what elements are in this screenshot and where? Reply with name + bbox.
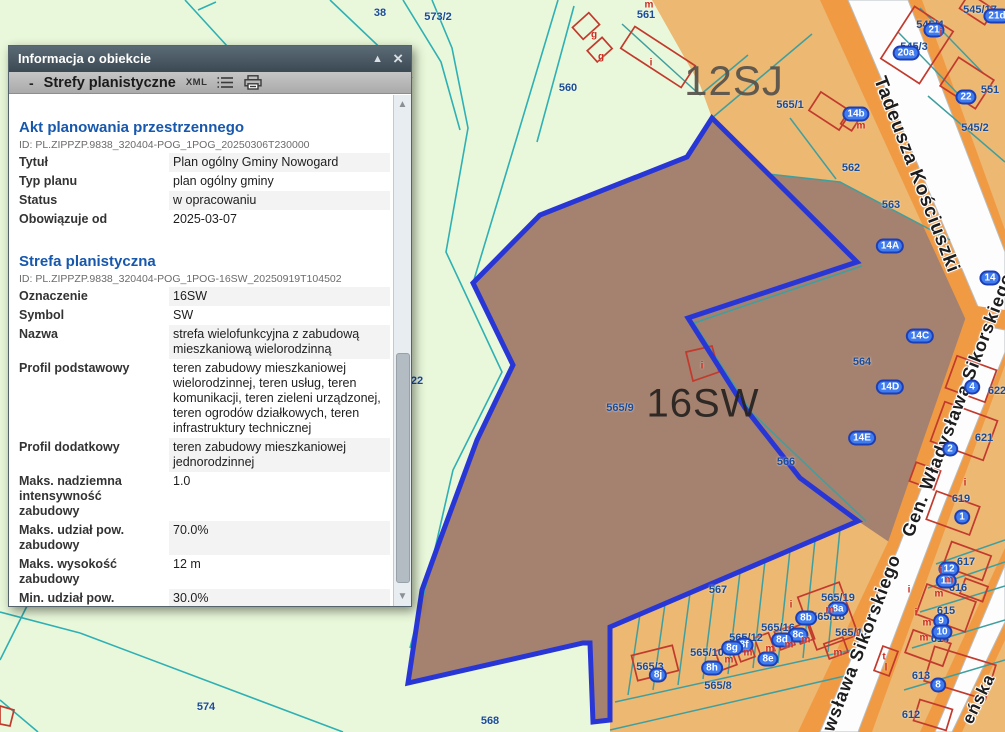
info-content: Akt planowania przestrzennego ID: PL.ZIP… <box>9 95 394 606</box>
section-strefa: Strefa planistyczna ID: PL.ZIPPZP.9838_3… <box>19 253 390 606</box>
row-label: Maks. udział pow. zabudowy <box>19 521 169 555</box>
row-value: teren zabudowy mieszkaniowej jednorodzin… <box>169 438 390 472</box>
info-row: Typ planuplan ogólny gminy <box>19 172 390 191</box>
info-row: Maks. nadziemna intensywność zabudowy1.0 <box>19 472 390 521</box>
row-label: Maks. wysokość zabudowy <box>19 555 169 589</box>
layer-toolbar: - Strefy planistyczne XML <box>9 72 411 94</box>
collapse-window-icon[interactable]: ▲ <box>372 46 383 72</box>
attribute-rows: Oznaczenie16SWSymbolSWNazwastrefa wielof… <box>19 287 390 606</box>
row-label: Min. udział pow. biologicznie czynnej <box>19 589 169 606</box>
section-id: ID: PL.ZIPPZP.9838_320404-POG_1POG-16SW_… <box>19 273 390 285</box>
panel-scrollbar[interactable]: ▲ ▼ <box>393 95 411 606</box>
scroll-up-icon[interactable]: ▲ <box>394 99 411 110</box>
row-value: SW <box>169 306 390 325</box>
section-collapse-toggle[interactable]: - <box>29 75 34 91</box>
list-icon[interactable] <box>217 76 234 89</box>
row-label: Profil dodatkowy <box>19 438 169 472</box>
row-value: w opracowaniu <box>169 191 390 210</box>
info-row: Nazwastrefa wielofunkcyjna z zabudową mi… <box>19 325 390 359</box>
section-id: ID: PL.ZIPPZP.9838_320404-POG_1POG_20250… <box>19 139 390 151</box>
row-value: 70.0% <box>169 521 390 555</box>
row-label: Maks. nadziemna intensywność zabudowy <box>19 472 169 521</box>
row-label: Oznaczenie <box>19 287 169 306</box>
row-value: plan ogólny gminy <box>169 172 390 191</box>
info-row: Profil dodatkowyteren zabudowy mieszkani… <box>19 438 390 472</box>
row-value: strefa wielofunkcyjna z zabudową mieszka… <box>169 325 390 359</box>
row-value: teren zabudowy mieszkaniowej wielorodzin… <box>169 359 390 438</box>
scroll-down-icon[interactable]: ▼ <box>394 591 411 602</box>
row-label: Status <box>19 191 169 210</box>
info-row: Oznaczenie16SW <box>19 287 390 306</box>
attribute-rows: TytułPlan ogólny Gminy NowogardTyp planu… <box>19 153 390 229</box>
row-value: Plan ogólny Gminy Nowogard <box>169 153 390 172</box>
row-value: 30.0% <box>169 589 390 606</box>
window-title: Informacja o obiekcie <box>18 51 151 66</box>
scrollbar-thumb[interactable] <box>396 353 410 583</box>
row-value: 1.0 <box>169 472 390 521</box>
layer-title: Strefy planistyczne <box>44 75 176 91</box>
row-label: Obowiązuje od <box>19 210 169 229</box>
print-icon[interactable] <box>244 75 262 90</box>
xml-link[interactable]: XML <box>186 77 208 88</box>
row-label: Profil podstawowy <box>19 359 169 438</box>
info-window-titlebar[interactable]: Informacja o obiekcie ▲ × <box>9 46 411 72</box>
info-row: Maks. wysokość zabudowy12 m <box>19 555 390 589</box>
close-icon[interactable]: × <box>393 46 403 72</box>
info-row: Min. udział pow. biologicznie czynnej30.… <box>19 589 390 606</box>
row-label: Typ planu <box>19 172 169 191</box>
row-label: Symbol <box>19 306 169 325</box>
info-row: Obowiązuje od2025-03-07 <box>19 210 390 229</box>
section-heading: Strefa planistyczna <box>19 253 390 270</box>
info-row: TytułPlan ogólny Gminy Nowogard <box>19 153 390 172</box>
info-row: Maks. udział pow. zabudowy70.0% <box>19 521 390 555</box>
section-heading: Akt planowania przestrzennego <box>19 119 390 136</box>
row-value: 2025-03-07 <box>169 210 390 229</box>
row-label: Nazwa <box>19 325 169 359</box>
row-value: 12 m <box>169 555 390 589</box>
info-window: Informacja o obiekcie ▲ × - Strefy plani… <box>8 45 412 607</box>
map-viewport: 38573/2561560565/1545/17545/4545/3545/25… <box>0 0 1005 732</box>
section-akt: Akt planowania przestrzennego ID: PL.ZIP… <box>19 119 390 229</box>
row-label: Tytuł <box>19 153 169 172</box>
info-row: SymbolSW <box>19 306 390 325</box>
row-value: 16SW <box>169 287 390 306</box>
info-row: Profil podstawowyteren zabudowy mieszkan… <box>19 359 390 438</box>
info-row: Statusw opracowaniu <box>19 191 390 210</box>
